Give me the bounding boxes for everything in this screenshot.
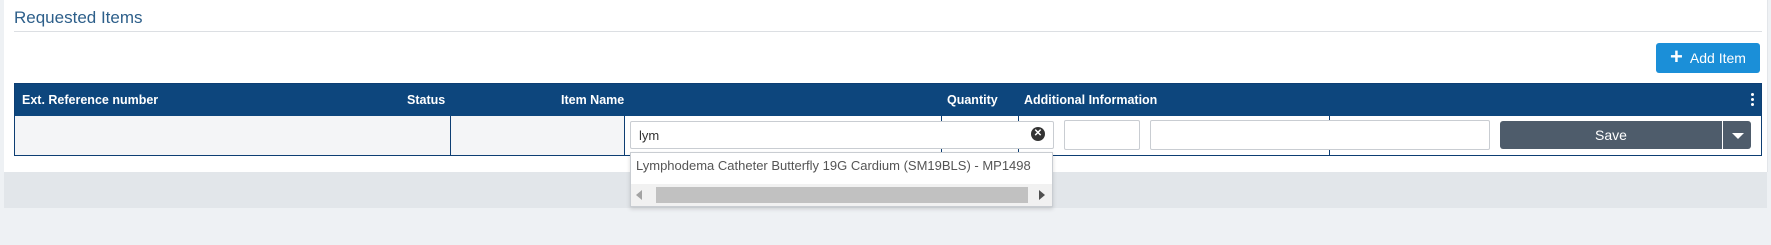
autocomplete-suggestion[interactable]: Lymphodema Catheter Butterfly 19G Cardiu… bbox=[631, 153, 1052, 179]
quantity-input[interactable] bbox=[1064, 120, 1140, 150]
scroll-right-arrow-icon[interactable] bbox=[1039, 190, 1045, 200]
column-options-icon[interactable] bbox=[1751, 93, 1755, 108]
horizontal-scrollbar[interactable] bbox=[631, 184, 1052, 206]
save-button[interactable]: Save bbox=[1500, 121, 1722, 149]
column-header-additional-information[interactable]: Additional Information bbox=[1024, 84, 1157, 116]
scroll-left-arrow-icon[interactable] bbox=[636, 190, 642, 200]
autocomplete-dropdown: Lymphodema Catheter Butterfly 19G Cardiu… bbox=[630, 152, 1053, 207]
column-header-quantity[interactable]: Quantity bbox=[947, 84, 998, 116]
section-title: Requested Items bbox=[14, 8, 143, 27]
ext-reference-cell bbox=[15, 116, 450, 155]
save-options-chevron-down-icon[interactable] bbox=[1723, 121, 1751, 149]
additional-information-input[interactable] bbox=[1150, 120, 1490, 150]
column-header-item-name[interactable]: Item Name bbox=[561, 84, 624, 116]
add-item-button[interactable]: + Add Item bbox=[1656, 43, 1760, 73]
item-name-input[interactable] bbox=[630, 121, 1054, 149]
title-divider bbox=[14, 31, 1762, 32]
clear-input-icon[interactable]: ✕ bbox=[1031, 127, 1045, 141]
table-header: Ext. Reference number Status Item Name Q… bbox=[15, 84, 1761, 116]
plus-icon: + bbox=[1670, 44, 1683, 69]
column-header-status[interactable]: Status bbox=[407, 84, 445, 116]
status-cell bbox=[451, 116, 624, 155]
scrollbar-thumb[interactable] bbox=[656, 187, 1028, 203]
add-item-label: Add Item bbox=[1689, 50, 1746, 66]
column-header-ext-reference[interactable]: Ext. Reference number bbox=[22, 84, 158, 116]
cell-divider bbox=[624, 116, 625, 155]
